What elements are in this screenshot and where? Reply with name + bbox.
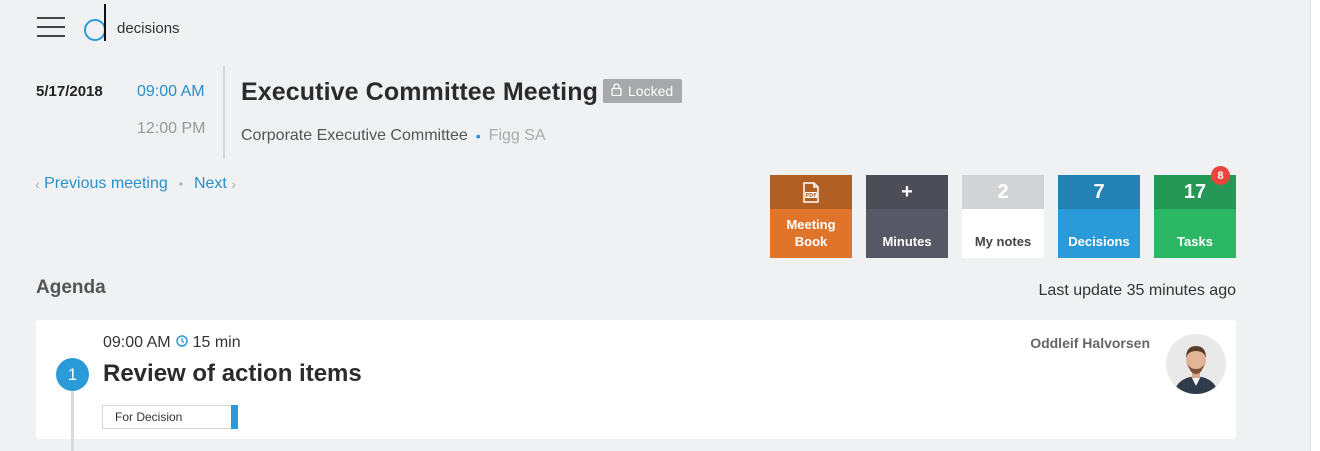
add-icon: + (866, 175, 948, 209)
agenda-item-time: 09:00 AM 15 min (103, 334, 241, 352)
svg-text:PDF: PDF (805, 193, 816, 199)
meeting-book-label: Meeting Book (770, 209, 852, 258)
logo-icon[interactable] (83, 4, 111, 44)
agenda-item-presenter: Oddleif Halvorsen (1030, 335, 1150, 351)
committee-name: Corporate Executive Committee (241, 127, 468, 144)
my-notes-count: 2 (962, 175, 1044, 209)
tasks-tile[interactable]: 17 Tasks (1154, 175, 1236, 258)
minutes-tile[interactable]: + Minutes (866, 175, 948, 258)
decisions-count: 7 (1058, 175, 1140, 209)
agenda-item-tag-label: For Decision (115, 410, 183, 424)
my-notes-tile[interactable]: 2 My notes (962, 175, 1044, 258)
previous-meeting-link[interactable]: Previous meeting (44, 175, 168, 193)
next-meeting-link[interactable]: Next (194, 175, 227, 193)
meeting-title: Executive Committee Meeting (241, 78, 598, 106)
right-panel-edge (1310, 0, 1320, 451)
company-name: Figg SA (488, 127, 546, 144)
my-notes-label: My notes (962, 209, 1044, 258)
agenda-heading: Agenda (36, 277, 106, 298)
agenda-item-start-time: 09:00 AM (103, 334, 171, 351)
agenda-item-number: 1 (56, 358, 89, 391)
logo-text: decisions (117, 20, 180, 37)
chevron-left-icon: ‹ (35, 176, 40, 192)
agenda-item-tag: For Decision (102, 405, 238, 429)
decisions-label: Decisions (1058, 209, 1140, 258)
tasks-label: Tasks (1154, 209, 1236, 258)
agenda-item-duration: 15 min (192, 334, 241, 351)
meeting-subtitle: Corporate Executive Committee • Figg SA (241, 127, 546, 145)
pdf-icon: PDF (770, 175, 852, 209)
separator-dot: • (475, 128, 481, 144)
menu-icon[interactable] (37, 17, 65, 37)
meeting-end-time: 12:00 PM (137, 120, 206, 137)
header-divider (223, 66, 225, 159)
minutes-label: Minutes (866, 209, 948, 258)
agenda-item-title[interactable]: Review of action items (103, 360, 362, 388)
clock-icon (175, 334, 188, 352)
chevron-right-icon: › (231, 176, 236, 192)
decisions-tile[interactable]: 7 Decisions (1058, 175, 1140, 258)
agenda-timeline (71, 390, 74, 451)
last-update-text: Last update 35 minutes ago (1038, 282, 1236, 299)
separator-dot: • (178, 177, 183, 191)
meeting-start-time: 09:00 AM (137, 83, 205, 100)
locked-status-label: Locked (628, 83, 674, 99)
meeting-book-tile[interactable]: PDF Meeting Book (770, 175, 852, 258)
locked-status-badge: Locked (603, 79, 683, 103)
tasks-notification-badge: 8 (1211, 166, 1230, 185)
meeting-date: 5/17/2018 (36, 83, 103, 100)
tag-color-bar (231, 405, 238, 429)
presenter-avatar[interactable] (1166, 334, 1226, 394)
lock-icon (611, 79, 622, 103)
meeting-navigation: ‹ Previous meeting • Next › (35, 175, 236, 193)
